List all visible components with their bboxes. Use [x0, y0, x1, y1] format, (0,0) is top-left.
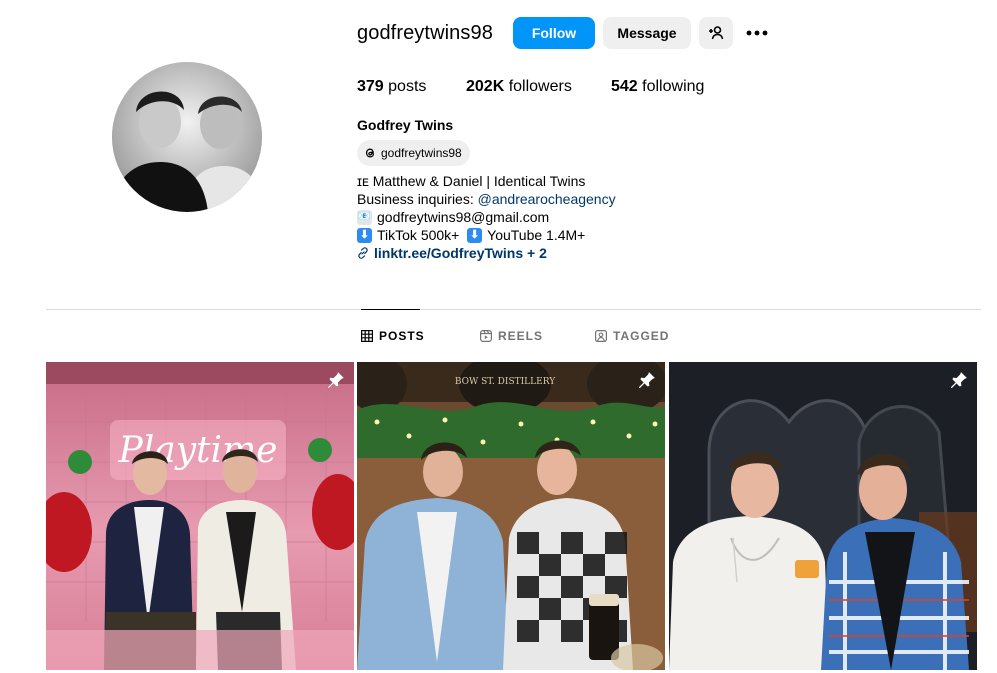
threads-icon — [363, 146, 377, 160]
profile-full-name: Godfrey Twins — [357, 117, 454, 133]
threads-handle: godfreytwins98 — [381, 146, 462, 160]
more-options-icon — [746, 30, 768, 36]
posts-label: posts — [388, 78, 427, 95]
profile-avatar[interactable] — [112, 62, 262, 212]
add-user-button[interactable] — [699, 17, 733, 49]
post-thumbnail[interactable] — [669, 362, 977, 670]
grid-icon — [361, 330, 373, 342]
down-arrow-emoji-icon: ⬇ — [357, 227, 372, 243]
bio-youtube: YouTube 1.4M+ — [487, 227, 586, 243]
bio-business-label: Business inquiries: — [357, 191, 474, 207]
reels-icon — [480, 330, 492, 342]
follow-button[interactable]: Follow — [513, 17, 595, 49]
tab-tagged[interactable]: TAGGED — [595, 329, 669, 343]
bio-line-2: Business inquiries: @andrearocheagency — [357, 190, 616, 208]
tab-reels[interactable]: REELS — [480, 329, 543, 343]
posts-count: 379 — [357, 78, 384, 95]
post-thumbnail[interactable]: Playtime — [46, 362, 354, 670]
profile-photo-icon — [112, 62, 262, 212]
profile-username: godfreytwins98 — [357, 22, 493, 44]
linktree-link[interactable]: linktr.ee/GodfreyTwins + 2 — [374, 244, 547, 262]
post-image-icon: Playtime — [46, 362, 354, 670]
post-image-icon: BOW ST. DISTILLERY — [357, 362, 665, 670]
profile-bio: ɪᴇ Matthew & Daniel | Identical Twins Bu… — [357, 172, 616, 262]
posts-stat: 379 posts — [357, 78, 466, 96]
profile-stats: 379 posts 202K followers 542 following — [357, 78, 704, 96]
email-emoji-icon: 📧 — [357, 209, 372, 225]
tagged-icon — [595, 330, 607, 342]
barrel-text: BOW ST. DISTILLERY — [455, 377, 556, 387]
message-button[interactable]: Message — [603, 17, 691, 49]
pin-icon — [637, 370, 657, 390]
followers-count: 202K — [466, 78, 505, 95]
tab-reels-label: REELS — [498, 329, 544, 343]
profile-divider — [46, 309, 981, 310]
pin-icon — [949, 370, 969, 390]
tab-tagged-label: TAGGED — [613, 329, 670, 343]
tab-posts-label: POSTS — [379, 329, 425, 343]
agency-mention-link[interactable]: @andrearocheagency — [478, 190, 616, 208]
bio-line-4: ⬇ TikTok 500k+ ⬇ YouTube 1.4M+ — [357, 226, 616, 244]
bio-line-1: ɪᴇ Matthew & Daniel | Identical Twins — [357, 173, 586, 189]
post-thumbnail[interactable]: BOW ST. DISTILLERY — [357, 362, 665, 670]
following-label: following — [642, 78, 705, 95]
bio-link-row[interactable]: linktr.ee/GodfreyTwins + 2 — [357, 244, 616, 262]
bio-tiktok: TikTok 500k+ — [377, 227, 460, 243]
down-arrow-emoji-icon: ⬇ — [467, 227, 483, 243]
following-count: 542 — [611, 78, 638, 95]
followers-label: followers — [508, 78, 572, 95]
add-user-icon — [709, 26, 724, 40]
following-stat[interactable]: 542 following — [611, 78, 704, 96]
pin-icon — [326, 370, 346, 390]
link-icon — [357, 247, 369, 259]
more-options-button[interactable] — [742, 18, 772, 48]
tab-posts[interactable]: POSTS — [361, 329, 425, 343]
threads-badge[interactable]: godfreytwins98 — [357, 140, 470, 166]
bio-email: godfreytwins98@gmail.com — [377, 209, 550, 225]
active-tab-indicator — [361, 309, 420, 310]
post-image-icon — [669, 362, 977, 670]
followers-stat[interactable]: 202K followers — [466, 78, 611, 96]
bio-line-3: 📧 godfreytwins98@gmail.com — [357, 208, 616, 226]
